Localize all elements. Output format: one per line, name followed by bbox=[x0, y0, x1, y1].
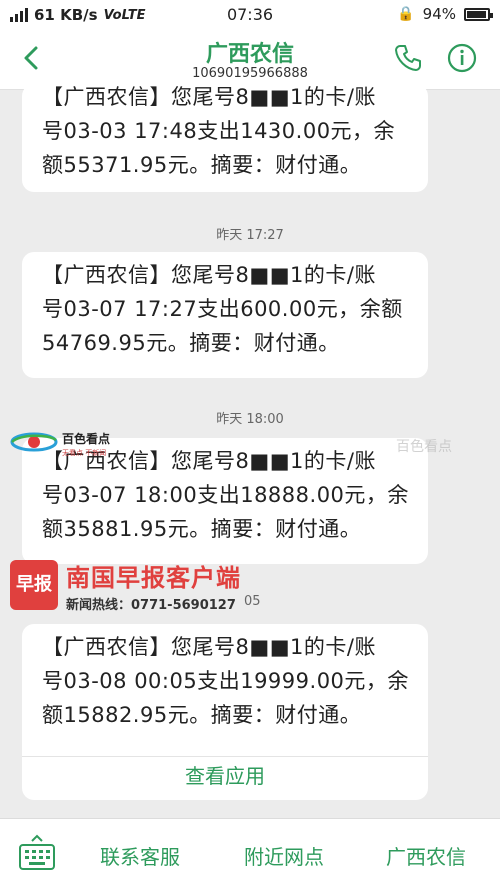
message-timestamp: 昨天 18:00 bbox=[216, 412, 284, 427]
signal-icon bbox=[10, 8, 28, 22]
message-line: 号03-07 18:00支出18888.00元，余 bbox=[42, 483, 409, 507]
message-line: 54769.95元。摘要：财付通。 bbox=[42, 331, 340, 355]
bank-menu-button[interactable]: 广西农信 bbox=[386, 841, 466, 870]
message-line: 【广西农信】您尾号8■■1的卡/账 bbox=[42, 85, 376, 109]
message-line: 额55371.95元。摘要：财付通。 bbox=[42, 153, 362, 177]
network-speed: 61 KB/s bbox=[34, 6, 98, 24]
contact-service-button[interactable]: 联系客服 bbox=[100, 841, 180, 870]
battery-icon bbox=[464, 7, 493, 21]
contact-name: 广西农信 bbox=[205, 42, 294, 67]
message-line: 号03-07 17:27支出600.00元，余额 bbox=[42, 297, 403, 321]
watermark-text: 百色看点 bbox=[62, 432, 111, 446]
brand-badge: 早报 bbox=[10, 560, 58, 610]
divider bbox=[22, 756, 428, 757]
lock-rotation-icon: 🔒 bbox=[397, 6, 415, 22]
brand-title: 南国早报客户端 bbox=[66, 564, 241, 592]
brand-hotline: 新闻热线：0771-5690127 bbox=[66, 598, 236, 613]
battery-percent: 94% bbox=[422, 5, 456, 23]
watermark-right-text: 百色看点 bbox=[396, 439, 452, 455]
info-icon[interactable] bbox=[446, 42, 478, 74]
message-line: 额15882.95元。摘要：财付通。 bbox=[42, 703, 362, 727]
message-bubble[interactable]: 【广西农信】您尾号8■■1的卡/账 号03-03 17:48支出1430.00元… bbox=[22, 84, 428, 192]
message-line: 号03-03 17:48支出1430.00元，余 bbox=[42, 119, 396, 143]
nearby-branches-button[interactable]: 附近网点 bbox=[244, 841, 324, 870]
bottom-action-bar: 联系客服 附近网点 广西农信 bbox=[0, 818, 500, 888]
message-line: 号03-08 00:05支出19999.00元，余 bbox=[42, 669, 409, 693]
volte-indicator: VoLTE bbox=[103, 7, 146, 23]
message-timestamp: 05 bbox=[244, 594, 261, 609]
contact-number: 10690195966888 bbox=[192, 66, 308, 81]
message-bubble[interactable]: 【广西农信】您尾号8■■1的卡/账 号03-07 17:27支出600.00元，… bbox=[22, 252, 428, 378]
message-timestamp: 昨天 17:27 bbox=[216, 228, 284, 243]
watermark-subtext: 无看点 不新闻 bbox=[62, 449, 107, 457]
message-line: 【广西农信】您尾号8■■1的卡/账 bbox=[42, 635, 376, 659]
message-line: 【广西农信】您尾号8■■1的卡/账 bbox=[42, 263, 376, 287]
status-left: 61 KB/s VoLTE bbox=[10, 6, 210, 24]
status-right: 🔒 94% bbox=[397, 5, 493, 23]
keyboard-icon[interactable] bbox=[18, 833, 56, 873]
message-line: 额35881.95元。摘要：财付通。 bbox=[42, 517, 362, 541]
phone-icon[interactable] bbox=[392, 42, 424, 74]
watermark-logo bbox=[10, 432, 58, 452]
view-app-button[interactable]: 查看应用 bbox=[22, 760, 428, 796]
